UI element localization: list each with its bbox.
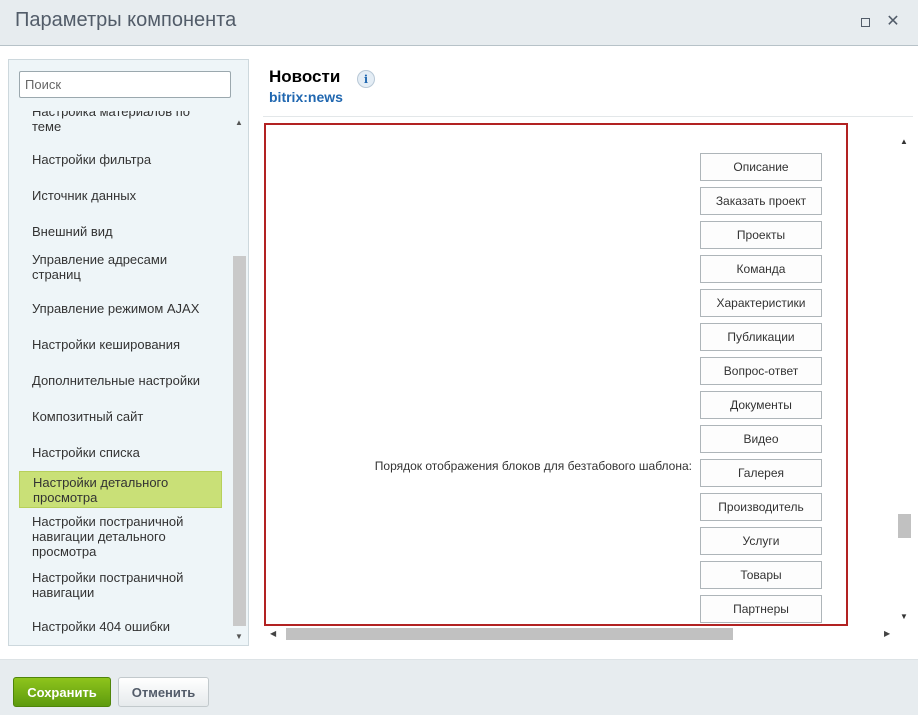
window-titlebar: Параметры компонента ✕ [0,0,918,46]
order-item-characteristics[interactable]: Характеристики [700,289,822,317]
order-item-gallery[interactable]: Галерея [700,459,822,487]
close-icon[interactable]: ✕ [884,13,902,31]
content-vertical-scrollbar[interactable]: ▲ ▼ [897,134,913,623]
sidebar-item-page-urls[interactable]: Управление адресами страниц [19,250,222,284]
sidebar-item-data-source[interactable]: Источник данных [19,183,222,207]
sidebar-item-detail-pagination[interactable]: Настройки постраничной навигации детальн… [19,512,222,560]
order-item-order-project[interactable]: Заказать проект [700,187,822,215]
order-item-services[interactable]: Услуги [700,527,822,555]
search-input[interactable] [19,71,231,98]
sidebar-item-additional[interactable]: Дополнительные настройки [19,368,222,392]
scroll-down-icon[interactable]: ▼ [900,612,908,621]
order-item-partners[interactable]: Партнеры [700,595,822,623]
parameters-panel: Порядок отображения блоков для безтабово… [264,123,848,626]
component-name: Новости [269,67,341,86]
sidebar-item-filter[interactable]: Настройки фильтра [19,147,222,171]
sidebar-item-appearance[interactable]: Внешний вид [19,219,222,243]
sidebar-item-detail-view[interactable]: Настройки детального просмотра [19,471,222,508]
order-item-video[interactable]: Видео [700,425,822,453]
scroll-up-icon[interactable]: ▲ [900,137,908,146]
sidebar-item-related-materials[interactable]: Настройка материалов по теме [19,111,222,137]
sidebar-menu: Настройка материалов по теме Настройки ф… [9,111,231,641]
vertical-scrollbar-thumb[interactable] [898,514,911,538]
window-title: Параметры компонента [15,9,237,31]
order-item-documents[interactable]: Документы [700,391,822,419]
scroll-down-icon[interactable]: ▼ [235,632,243,641]
sidebar-item-list[interactable]: Настройки списка [19,440,222,464]
order-item-manufacturer[interactable]: Производитель [700,493,822,521]
header-divider [263,116,913,117]
order-item-goods[interactable]: Товары [700,561,822,589]
scroll-right-icon[interactable]: ▶ [884,629,890,638]
cancel-button[interactable]: Отменить [118,677,209,707]
scroll-left-icon[interactable]: ◀ [270,629,276,638]
scroll-up-icon[interactable]: ▲ [235,118,243,127]
settings-sidebar: Настройка материалов по теме Настройки ф… [8,59,249,646]
sidebar-item-404[interactable]: Настройки 404 ошибки [19,614,222,638]
sidebar-item-composite[interactable]: Композитный сайт [19,404,222,428]
content-horizontal-scrollbar[interactable]: ◀ ▶ [266,627,896,643]
order-item-team[interactable]: Команда [700,255,822,283]
block-order-label: Порядок отображения блоков для безтабово… [374,459,692,473]
order-item-faq[interactable]: Вопрос-ответ [700,357,822,385]
order-item-projects[interactable]: Проекты [700,221,822,249]
sidebar-item-pagination[interactable]: Настройки постраничной навигации [19,568,222,602]
sidebar-item-caching[interactable]: Настройки кеширования [19,332,222,356]
maximize-icon[interactable] [856,13,874,31]
dialog-footer: Сохранить Отменить [0,659,918,715]
sidebar-item-ajax[interactable]: Управление режимом AJAX [19,296,222,320]
sidebar-scrollbar-thumb[interactable] [233,256,246,626]
component-code: bitrix:news [269,89,343,105]
info-icon[interactable]: i [357,70,375,88]
horizontal-scrollbar-thumb[interactable] [286,628,733,640]
save-button[interactable]: Сохранить [13,677,111,707]
sidebar-scrollbar[interactable]: ▲ ▼ [233,116,246,643]
order-item-description[interactable]: Описание [700,153,822,181]
order-item-publications[interactable]: Публикации [700,323,822,351]
